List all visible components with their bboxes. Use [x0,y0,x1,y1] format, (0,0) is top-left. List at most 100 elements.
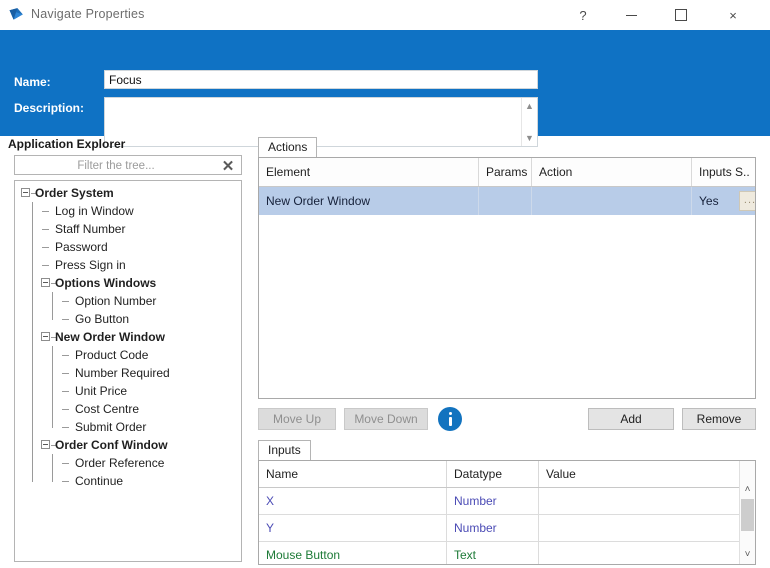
column-header-name[interactable]: Name [259,461,447,487]
tree-item-label: Option Number [75,294,157,308]
cell-input-datatype[interactable]: Text [447,542,539,564]
tree-item-label: Go Button [75,312,130,326]
tree-item-order-reference[interactable]: Order Reference [15,454,241,472]
tree-item-label: Staff Number [55,222,126,236]
tree-item-label: Options Windows [55,276,157,290]
tree-item-options-windows[interactable]: Options Windows [15,274,241,292]
actions-grid[interactable]: Element Params Action Inputs S.. New Ord… [258,157,756,399]
cell-action[interactable] [532,187,692,215]
cell-params[interactable] [479,187,532,215]
description-label: Description: [14,101,85,115]
tree-item-label: Order System [35,186,114,200]
inputs-row[interactable]: Y Number [259,515,755,542]
tree-item-submit-order[interactable]: Submit Order [15,418,241,436]
column-header-params[interactable]: Params [479,158,532,186]
column-header-datatype[interactable]: Datatype [447,461,539,487]
tree-connector [62,301,69,302]
scrollbar-thumb[interactable] [741,499,754,531]
tree-item-label: Log in Window [55,204,134,218]
tree-item-label: Unit Price [75,384,128,398]
tree-connector [62,409,69,410]
cell-inputs-supplied[interactable]: Yes [692,187,755,215]
inputs-row[interactable]: Mouse Button Text [259,542,755,564]
tree-connector [62,319,69,320]
tree-connector [62,355,69,356]
add-button[interactable]: Add [588,408,674,430]
help-button[interactable]: ? [560,0,606,30]
tree-item-log-in-window[interactable]: Log in Window [15,202,241,220]
tree-item-option-number[interactable]: Option Number [15,292,241,310]
cell-input-datatype[interactable]: Number [447,515,539,541]
tree-connector [42,265,49,266]
tree-item-order-system[interactable]: Order System [15,184,241,202]
tree-connector-line [32,202,33,482]
blue-prism-play-icon [8,7,25,23]
tree-item-order-conf-window[interactable]: Order Conf Window [15,436,241,454]
cell-input-name[interactable]: Mouse Button [259,542,447,564]
tree-item-password[interactable]: Password [15,238,241,256]
column-header-inputs-supplied[interactable]: Inputs S.. [692,158,755,186]
minimize-icon [625,14,637,16]
tree-item-label: Product Code [75,348,149,362]
scroll-down-icon[interactable]: ˅ [740,546,755,562]
description-scrollbar[interactable]: ▲ ▼ [521,98,537,146]
tree-item-product-code[interactable]: Product Code [15,346,241,364]
tree-item-unit-price[interactable]: Unit Price [15,382,241,400]
info-icon[interactable] [438,407,462,431]
description-field[interactable]: ▲ ▼ [104,97,538,147]
move-down-button[interactable]: Move Down [344,408,428,430]
application-explorer-tree[interactable]: Order System Log in Window Staff Number Pas… [14,180,242,562]
filter-tree-input[interactable] [15,156,217,176]
navigate-properties-window: Navigate Properties ? × Name: Descriptio… [0,0,770,568]
cell-input-value[interactable] [539,488,740,514]
tree-connector [62,391,69,392]
title-bar: Navigate Properties ? × [0,0,770,30]
column-header-action[interactable]: Action [532,158,692,186]
column-header-value[interactable]: Value [539,461,740,487]
tree-item-label: Submit Order [75,420,147,434]
filter-tree-box[interactable]: ✕ [14,155,242,176]
tree-item-press-sign-in[interactable]: Press Sign in [15,256,241,274]
tree-item-number-required[interactable]: Number Required [15,364,241,382]
tab-actions[interactable]: Actions [258,137,318,157]
inputs-row[interactable]: X Number [259,488,755,515]
inputs-grid[interactable]: Name Datatype Value X Number Y Number Mouse … [258,460,756,565]
column-header-element[interactable]: Element [259,158,479,186]
tree-connector [42,229,49,230]
maximize-button[interactable] [658,0,704,30]
window-title: Navigate Properties [31,7,145,21]
name-input[interactable] [104,70,538,89]
tree-item-cost-centre[interactable]: Cost Centre [15,400,241,418]
collapse-expand-icon[interactable] [41,440,50,449]
remove-button[interactable]: Remove [682,408,756,430]
collapse-expand-icon[interactable] [41,278,50,287]
tree-item-new-order-window[interactable]: New Order Window [15,328,241,346]
tree-item-staff-number[interactable]: Staff Number [15,220,241,238]
tree-item-continue[interactable]: Continue [15,472,241,490]
tree-connector-line [52,346,53,428]
scroll-up-icon[interactable]: ˄ [740,481,755,497]
cell-input-datatype[interactable]: Number [447,488,539,514]
tree-connector-line [52,292,53,320]
collapse-expand-icon[interactable] [21,188,30,197]
cell-input-value[interactable] [539,542,740,564]
cell-input-name[interactable]: X [259,488,447,514]
tree-connector [62,427,69,428]
close-button[interactable]: × [710,0,756,30]
clear-filter-icon[interactable]: ✕ [218,157,238,175]
actions-row[interactable]: New Order Window ... Click Window ▼ Yes [259,187,755,215]
inputs-scrollbar[interactable]: ˄ ˅ [739,461,755,564]
collapse-expand-icon[interactable] [41,332,50,341]
application-explorer-title: Application Explorer [8,137,126,151]
move-up-button[interactable]: Move Up [258,408,336,430]
minimize-button[interactable] [608,0,654,30]
scroll-up-icon[interactable]: ▲ [522,99,537,113]
tree-item-label: Number Required [75,366,170,380]
cell-input-name[interactable]: Y [259,515,447,541]
tab-inputs[interactable]: Inputs [258,440,311,460]
cell-input-value[interactable] [539,515,740,541]
scroll-down-icon[interactable]: ▼ [522,131,537,145]
tree-item-go-button[interactable]: Go Button [15,310,241,328]
tree-connector [62,481,69,482]
cell-element[interactable]: New Order Window [259,187,479,215]
